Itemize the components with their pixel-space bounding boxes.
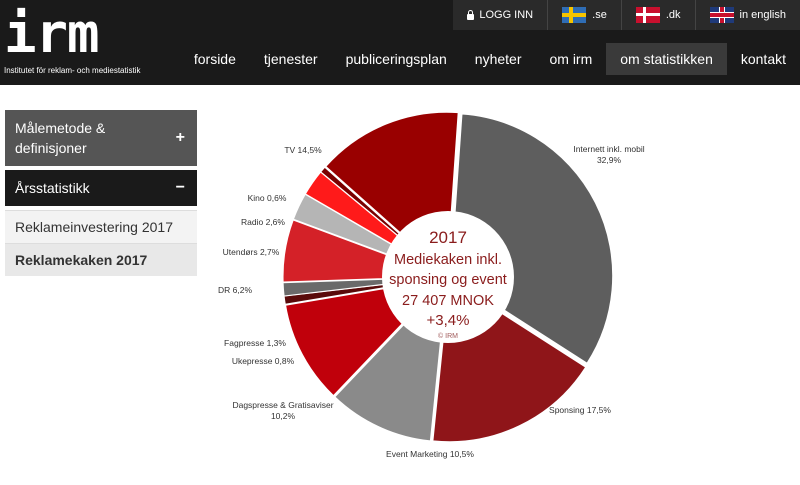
expand-icon: + bbox=[175, 129, 185, 146]
pie-center-text: 27 407 MNOK bbox=[402, 293, 494, 309]
pie-slice-label: Ukepresse 0,8% bbox=[232, 356, 295, 366]
sidebar-section-arsstatistikk[interactable]: Årsstatistikk − bbox=[5, 170, 197, 206]
denmark-flag-icon bbox=[635, 7, 660, 23]
main-nav: forside tjenester publiceringsplan nyhet… bbox=[180, 43, 800, 75]
nav-forside[interactable]: forside bbox=[180, 43, 250, 75]
pie-slice-value: 32,9% bbox=[597, 155, 622, 165]
pie-slice-label: Kino 0,6% bbox=[248, 193, 287, 203]
denmark-site-label: .dk bbox=[665, 9, 681, 21]
sweden-flag-icon bbox=[562, 7, 587, 23]
collapse-icon: − bbox=[175, 179, 185, 196]
pie-slice-label: Sponsing 17,5% bbox=[549, 405, 611, 415]
top-utility-bar: LOGG INN .se .dk in english bbox=[453, 0, 800, 30]
nav-publiceringsplan[interactable]: publiceringsplan bbox=[332, 43, 461, 75]
pie-slice-label: Utendørs 2,7% bbox=[223, 247, 280, 257]
pie-chart: 2017 Mediekaken inkl. sponsing og event 27 … bbox=[205, 100, 800, 480]
logo-text: irm bbox=[4, 2, 100, 65]
sidebar-item-reklamekaken[interactable]: Reklamekaken 2017 bbox=[5, 243, 197, 276]
site-header: irm Institutet för reklam- och mediestat… bbox=[0, 0, 800, 85]
denmark-site-link[interactable]: .dk bbox=[620, 0, 695, 30]
sweden-site-link[interactable]: .se bbox=[547, 0, 621, 30]
nav-om-statistikken[interactable]: om statistikken bbox=[606, 43, 727, 75]
nav-om-irm[interactable]: om irm bbox=[535, 43, 606, 75]
sidebar: Målemetode & definisjoner + Årsstatistik… bbox=[5, 110, 197, 276]
pie-slice-label: DR 6,2% bbox=[218, 285, 252, 295]
pie-slice-label: Internett inkl. mobil bbox=[573, 144, 644, 154]
pie-slice-label: Fagpresse 1,3% bbox=[224, 338, 286, 348]
pie-chart-svg: 2017 Mediekaken inkl. sponsing og event 27 … bbox=[218, 111, 645, 459]
irm-logo[interactable]: irm bbox=[4, 2, 100, 65]
pie-center-text: © IRM bbox=[438, 332, 458, 340]
logo-subtitle: Institutet för reklam- och mediestatisti… bbox=[4, 66, 141, 75]
pie-center-text: 2017 bbox=[429, 228, 467, 247]
lock-icon bbox=[467, 9, 475, 20]
sidebar-section-label: Målemetode & definisjoner bbox=[15, 120, 106, 156]
nav-tjenester[interactable]: tjenester bbox=[250, 43, 332, 75]
pie-slice-label: Dagspresse & Gratisaviser bbox=[232, 400, 333, 410]
pie-slice-label: Radio 2,6% bbox=[241, 217, 285, 227]
sidebar-section-malemetode[interactable]: Målemetode & definisjoner + bbox=[5, 110, 197, 166]
login-link[interactable]: LOGG INN bbox=[453, 0, 547, 30]
sweden-site-label: .se bbox=[592, 9, 607, 21]
nav-nyheter[interactable]: nyheter bbox=[461, 43, 536, 75]
nav-kontakt[interactable]: kontakt bbox=[727, 43, 800, 75]
pie-slice-label: TV 14,5% bbox=[284, 145, 322, 155]
english-site-label: in english bbox=[739, 9, 786, 21]
sidebar-item-reklameinvestering[interactable]: Reklameinvestering 2017 bbox=[5, 210, 197, 243]
english-site-link[interactable]: in english bbox=[694, 0, 800, 30]
uk-flag-icon bbox=[709, 7, 734, 23]
pie-center-text: +3,4% bbox=[427, 312, 470, 329]
pie-slice-value: 10,2% bbox=[271, 411, 296, 421]
pie-slice-label: Event Marketing 10,5% bbox=[386, 449, 474, 459]
sidebar-section-label: Årsstatistikk bbox=[15, 180, 90, 196]
pie-center-text: sponsing og event bbox=[389, 272, 507, 288]
login-label: LOGG INN bbox=[479, 9, 534, 21]
pie-center-text: Mediekaken inkl. bbox=[394, 252, 502, 268]
